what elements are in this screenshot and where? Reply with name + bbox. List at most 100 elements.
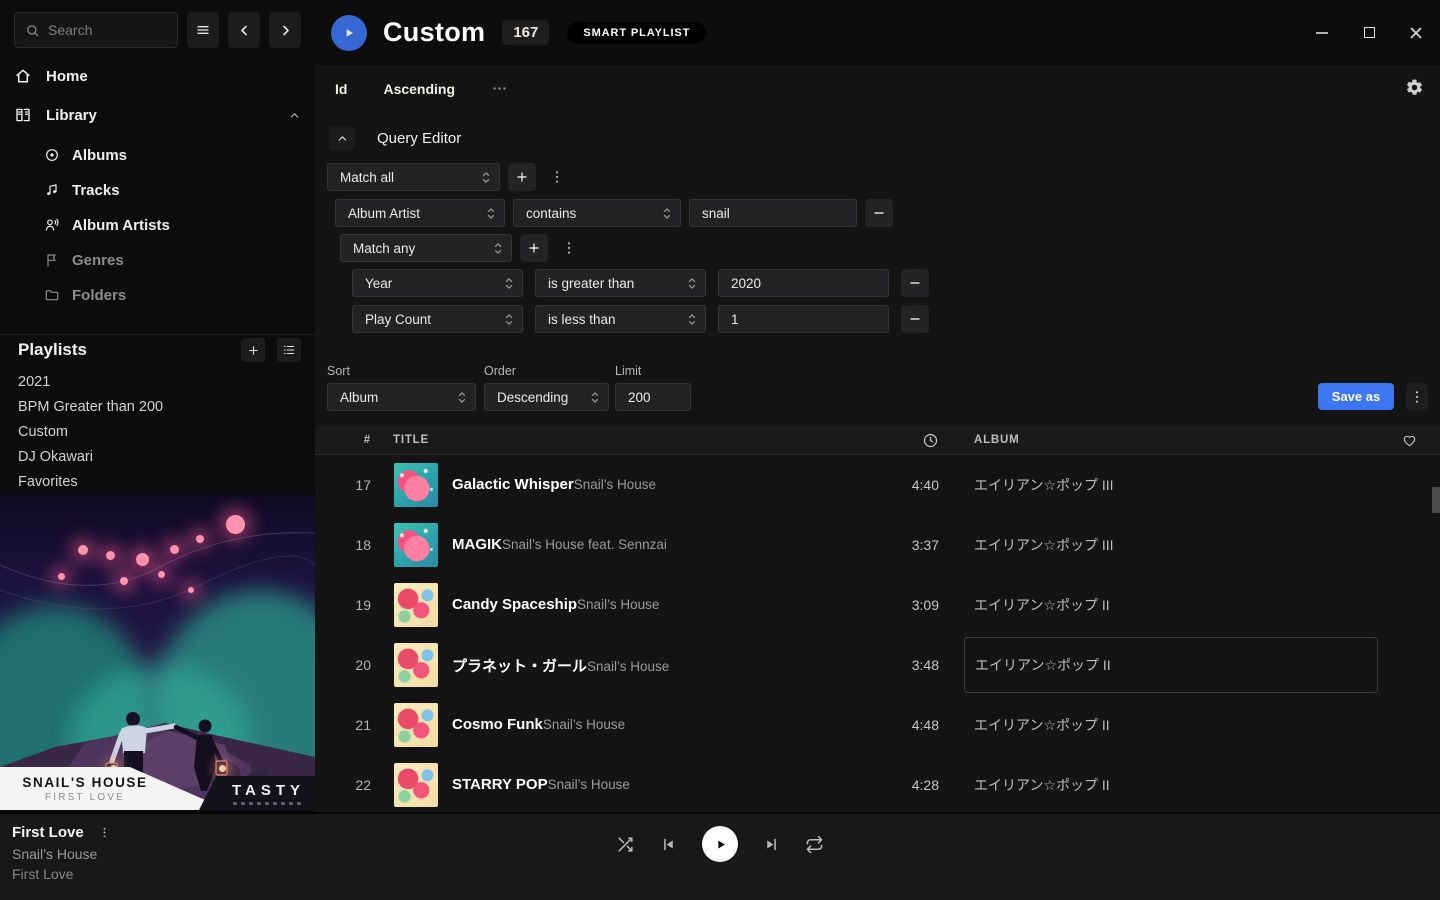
header-duration[interactable] [877,432,947,449]
remove-rule-button-2[interactable] [901,269,929,297]
track-table-header: # TITLE ALBUM [315,426,1440,455]
group-options-button-2[interactable] [560,234,578,262]
limit-label: Limit [615,364,641,378]
sidebar-item-genres[interactable]: Genres [44,248,124,272]
sort-field-button[interactable]: Id [335,81,347,97]
header-favorite[interactable] [1400,433,1440,448]
back-button[interactable] [228,12,260,48]
track-album-link[interactable]: エイリアン☆ポップ II [974,695,1400,755]
window-controls [1313,24,1440,42]
save-options-button[interactable] [1406,383,1428,411]
minus-icon [908,276,922,290]
rule-operator-select-1[interactable]: contains [513,199,681,227]
more-options-button[interactable] [491,80,508,97]
menu-button[interactable] [187,12,219,48]
remove-rule-button-3[interactable] [901,305,929,333]
remove-rule-button-1[interactable] [865,199,893,227]
playlist-item-favorites[interactable]: Favorites [18,471,78,493]
window-close-button[interactable] [1407,24,1425,42]
next-button[interactable] [763,836,780,853]
sidebar-item-album-artists[interactable]: Album Artists [44,213,170,237]
list-icon [282,343,296,357]
sidebar-item-home[interactable]: Home [14,62,301,90]
order-select[interactable]: Descending [484,383,609,411]
match-type-select-2[interactable]: Match any [340,234,512,262]
play-playlist-button[interactable] [331,15,367,51]
rule-field-select-1[interactable]: Album Artist [335,199,505,227]
track-album-link[interactable]: エイリアン☆ポップ III [974,515,1400,575]
playlist-item-dj-okawari[interactable]: DJ Okawari [18,446,93,468]
header-album[interactable]: ALBUM [974,434,1400,446]
sidebar-item-albums[interactable]: Albums [44,143,127,167]
more-horizontal-icon [491,80,508,97]
table-row[interactable]: 19 Candy SpaceshipSnail’s House 3:09 エイリ… [315,575,1440,635]
playlist-item-custom[interactable]: Custom [18,421,68,443]
table-row[interactable]: 22 STARRY POPSnail’s House 4:28 エイリアン☆ポッ… [315,755,1440,812]
tracks-label: Tracks [72,182,120,199]
table-row[interactable]: 21 Cosmo FunkSnail’s House 4:48 エイリアン☆ポッ… [315,695,1440,755]
search-icon [25,23,40,38]
playlists-divider [0,334,315,335]
select-updown-icon [687,276,697,291]
track-album-link[interactable]: エイリアン☆ポップ II [974,575,1400,635]
table-row[interactable]: 20 プラネット・ガールSnail’s House 3:48 エイリアン☆ポップ… [315,635,1440,695]
sidebar-item-library[interactable]: Library [14,101,301,129]
add-rule-button-2[interactable] [520,234,548,262]
rule-operator-select-3[interactable]: is less than [535,305,706,333]
window-maximize-button[interactable] [1360,24,1378,42]
limit-input[interactable] [615,383,691,411]
query-editor-title: Query Editor [377,130,461,147]
forward-button[interactable] [269,12,301,48]
add-rule-button-1[interactable] [508,163,536,191]
shuffle-button[interactable] [616,835,635,854]
rule-field-select-2[interactable]: Year [352,269,523,297]
track-artwork [394,583,438,627]
query-editor-collapse-button[interactable] [329,126,355,150]
playlist-item-2021[interactable]: 2021 [18,371,50,393]
art-lantern [58,573,65,580]
repeat-button[interactable] [805,835,824,854]
art-lantern [170,545,179,554]
album-art-artist: SNAIL'S HOUSE [22,775,147,790]
search-box[interactable] [14,12,178,48]
add-playlist-button[interactable] [241,338,265,362]
sort-select[interactable]: Album [327,383,476,411]
save-as-button[interactable]: Save as [1318,383,1394,410]
previous-button[interactable] [660,836,677,853]
play-pause-button[interactable] [702,826,738,862]
rule-value-input-2[interactable] [718,269,889,297]
table-row[interactable]: 18 MAGIKSnail’s House feat. Sennzai 3:37… [315,515,1440,575]
track-album-link[interactable]: エイリアン☆ポップ II [974,755,1400,812]
track-album-link-focused[interactable]: エイリアン☆ポップ II [964,637,1378,693]
sidebar-item-tracks[interactable]: Tracks [44,178,120,202]
match-type-select-1[interactable]: Match all [327,163,500,191]
sidebar-item-folders[interactable]: Folders [44,283,126,307]
rule-field-select-3[interactable]: Play Count [352,305,523,333]
rule-value-input-3[interactable] [718,305,889,333]
sort-direction-button[interactable]: Ascending [383,81,455,97]
track-artist: Snail’s House [548,777,630,792]
header-title[interactable]: TITLE [371,434,877,446]
menu-icon [195,22,211,38]
group-options-button-1[interactable] [548,163,566,191]
page-title: Custom [383,17,485,48]
table-row[interactable]: 17 Galactic WhisperSnail’s House 4:40 エイ… [315,455,1440,515]
search-input[interactable] [48,22,167,38]
now-playing-options-button[interactable] [98,825,112,841]
track-list: 17 Galactic WhisperSnail’s House 4:40 エイ… [315,455,1440,812]
query-rule-1: Album Artist contains [335,199,893,227]
track-album-link[interactable]: エイリアン☆ポップ III [974,455,1400,515]
art-lantern [106,551,115,560]
library-collapse-chevron-icon[interactable] [288,109,301,122]
track-title: プラネット・ガール [452,658,587,675]
rule-operator-select-2[interactable]: is greater than [535,269,706,297]
playlist-item-bpm[interactable]: BPM Greater than 200 [18,396,163,418]
settings-button[interactable] [1405,78,1424,97]
table-scrollbar-thumb[interactable] [1432,487,1440,513]
folders-label: Folders [72,287,126,304]
select-updown-icon [504,312,514,327]
rule-value-input-1[interactable] [689,199,857,227]
window-minimize-button[interactable] [1313,24,1331,42]
playlist-view-button[interactable] [277,338,301,362]
header-index[interactable]: # [315,434,371,446]
